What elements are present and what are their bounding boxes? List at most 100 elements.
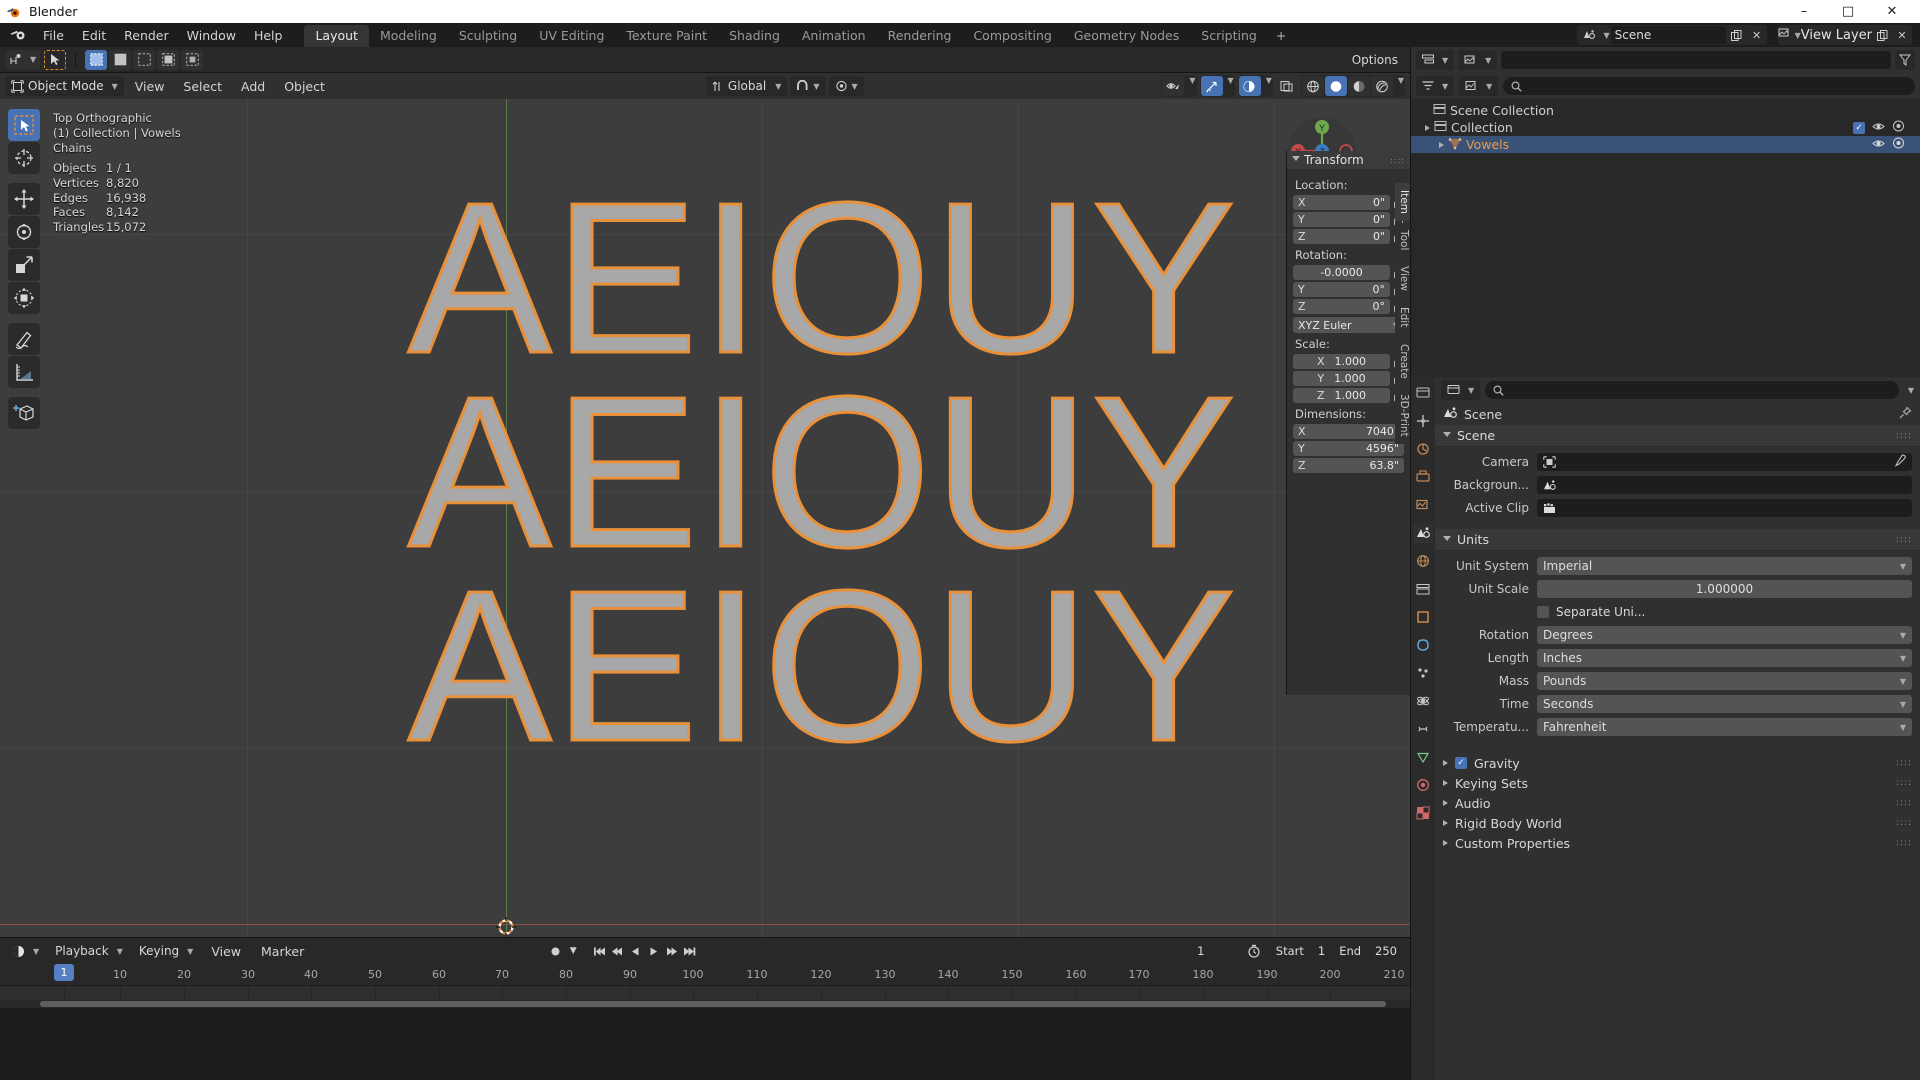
sidebar-tab-create[interactable]: Create [1395,337,1410,386]
scene-selector[interactable]: ▼ Scene ✕ [1577,25,1766,45]
scene-dropdown-arrow[interactable]: ▼ [1603,31,1609,40]
menu-window[interactable]: Window [178,26,245,45]
outliner-search-input[interactable] [1503,77,1915,95]
menu-render[interactable]: Render [115,26,178,45]
tweak-tool-button[interactable] [44,50,66,70]
workspace-tab-layout[interactable]: Layout [304,25,369,47]
eye-icon[interactable] [1872,120,1885,135]
transform-panel-header[interactable]: Transform :::: [1287,151,1410,169]
render-properties-tab[interactable] [1413,439,1433,459]
length-units-dropdown[interactable]: Inches ▼ [1537,649,1912,667]
temperature-units-dropdown[interactable]: Fahrenheit ▼ [1537,718,1912,736]
keying-menu[interactable]: Keying ▼ [133,941,199,961]
world-properties-tab[interactable] [1413,551,1433,571]
visibility-dropdown-arrow[interactable]: ▼ [1189,76,1195,96]
mass-units-dropdown[interactable]: Pounds ▼ [1537,672,1912,690]
select-extend-button[interactable] [109,50,131,70]
jump-to-end-button[interactable] [681,942,698,961]
snap-dropdown-arrow[interactable]: ▼ [813,82,819,91]
menu-edit[interactable]: Edit [73,26,115,45]
start-frame-value[interactable]: 1 [1311,944,1332,958]
select-intersect-button[interactable] [181,50,203,70]
viewport-menu-add[interactable]: Add [233,77,273,96]
modifier-properties-tab[interactable] [1413,635,1433,655]
timeline-ruler[interactable]: 1 10 20 30 40 50 60 70 80 90 100 110 120… [0,964,1410,986]
previous-keyframe-button[interactable] [609,942,626,961]
tool-cursor[interactable] [8,142,40,174]
background-scene-field[interactable] [1537,476,1912,494]
panel-grip-dots[interactable]: :::: [1896,818,1912,828]
timeline-editor-type-button[interactable]: ▼ [6,941,45,961]
timeline-menu-view[interactable]: View [203,942,249,961]
blender-menu-icon[interactable] [8,26,28,44]
workspace-tab-uv-editing[interactable]: UV Editing [528,25,615,47]
outliner-restriction-toggles[interactable]: ▼ [1459,76,1498,96]
unit-scale-field[interactable]: 1.000000 [1537,580,1912,598]
workspace-tab-sculpting[interactable]: Sculpting [448,25,528,47]
eyedropper-icon[interactable] [1893,454,1906,470]
play-button[interactable] [645,942,662,961]
panel-grip-dots[interactable]: :::: [1896,798,1912,808]
dimensions-x-field[interactable]: X7040" [1293,424,1404,439]
new-view-layer-button[interactable] [1872,25,1892,45]
checkbox-icon[interactable] [1537,606,1549,618]
rotation-x-field[interactable]: -0.0000 [1293,265,1390,280]
rotation-units-dropdown[interactable]: Degrees ▼ [1537,626,1912,644]
properties-editor-type-button[interactable]: ▼ [1441,380,1480,400]
chevron-right-icon[interactable] [1439,142,1444,148]
minimize-button[interactable]: – [1782,0,1826,23]
maximize-button[interactable]: □ [1826,0,1870,23]
snap-magnet-button[interactable]: ▼ [790,76,825,96]
collection-properties-tab[interactable] [1413,579,1433,599]
sidebar-tab-edit[interactable]: Edit [1395,300,1410,334]
shading-dropdown-arrow[interactable]: ▼ [1398,76,1404,96]
tool-measure[interactable] [8,356,40,388]
workspace-tab-geometry-nodes[interactable]: Geometry Nodes [1063,25,1190,47]
viewport-menu-object[interactable]: Object [276,77,333,96]
new-scene-button[interactable] [1727,25,1747,45]
delete-scene-button[interactable]: ✕ [1747,25,1767,45]
solid-shading-icon[interactable] [1325,76,1347,96]
properties-editor-type-icon[interactable] [1413,383,1433,403]
scene-panel-header[interactable]: Scene :::: [1435,425,1920,447]
dimensions-y-field[interactable]: Y4596" [1293,441,1404,456]
playhead-marker[interactable]: 1 [54,964,74,981]
view-layer-name-field[interactable]: View Layer [1801,28,1872,43]
panel-grip-dots[interactable]: :::: [1390,156,1405,165]
tool-annotate[interactable] [8,323,40,355]
jump-to-start-button[interactable] [591,942,608,961]
tool-add-cube[interactable] [8,397,40,429]
record-button[interactable] [547,942,564,961]
camera-render-icon[interactable] [1892,137,1905,152]
panel-grip-dots[interactable]: :::: [1896,778,1912,788]
particle-properties-tab[interactable] [1413,663,1433,683]
panel-grip-dots[interactable]: :::: [1896,535,1912,545]
select-subtract-button[interactable] [133,50,155,70]
checkbox-icon[interactable]: ✓ [1853,122,1865,134]
checkbox-icon[interactable]: ✓ [1455,757,1467,769]
workspace-tab-compositing[interactable]: Compositing [962,25,1062,47]
show-overlays-icon[interactable] [1239,76,1261,96]
sidebar-tab-view[interactable]: View [1395,259,1410,298]
3d-viewport[interactable]: Top Orthographic (1) Collection | Vowels… [0,99,1410,937]
menu-file[interactable]: File [34,26,73,45]
outliner-filter-field[interactable] [1501,51,1891,69]
scene-name-field[interactable]: Scene [1611,26,1726,44]
separate-units-checkbox-wrap[interactable]: Separate Uni... [1537,605,1912,619]
location-x-field[interactable]: X0" [1293,195,1390,210]
proportional-dropdown-arrow[interactable]: ▼ [852,82,858,91]
active-clip-field[interactable] [1537,499,1912,517]
menu-help[interactable]: Help [245,26,292,45]
constraint-properties-tab[interactable] [1413,719,1433,739]
rigid-body-world-panel-header[interactable]: Rigid Body World :::: [1435,813,1920,833]
rotation-z-field[interactable]: Z0° [1293,299,1390,314]
sidebar-tab-3d-print[interactable]: 3D-Print [1395,387,1410,444]
outliner-filter-dropdown[interactable]: ▼ [1416,76,1454,96]
timeline-menu-marker[interactable]: Marker [253,942,312,961]
outliner-filter-icon[interactable] [1895,50,1915,70]
transform-orientation-selector[interactable]: Global ▼ [706,76,787,96]
viewport-menu-view[interactable]: View [127,77,173,96]
tool-dropdown-arrow[interactable]: ▼ [30,55,36,64]
viewport-menu-select[interactable]: Select [175,77,230,96]
material-properties-tab[interactable] [1413,775,1433,795]
